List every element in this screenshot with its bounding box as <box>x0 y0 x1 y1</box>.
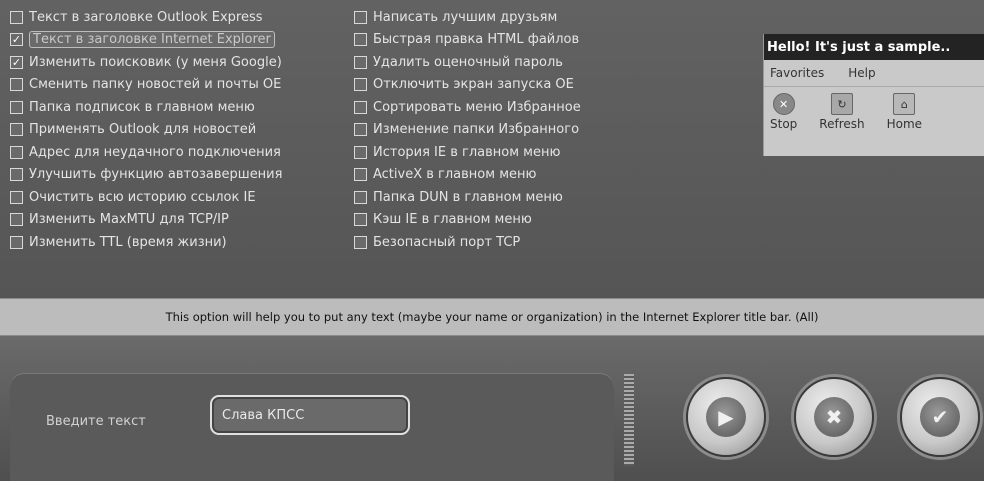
preview-home: ⌂ Home <box>887 93 922 131</box>
right-option[interactable]: Удалить оценочный пароль <box>354 51 581 74</box>
checkbox[interactable] <box>354 235 367 249</box>
checkbox[interactable] <box>354 33 367 47</box>
option-label: Изменить TTL (время жизни) <box>29 234 227 250</box>
option-label: ActiveX в главном меню <box>373 167 537 183</box>
preview-refresh: ↻ Refresh <box>819 93 865 131</box>
option-label: Изменение папки Избранного <box>373 122 580 138</box>
right-option[interactable]: Кэш IE в главном меню <box>354 209 581 232</box>
ok-button[interactable]: ✔ <box>900 377 980 457</box>
right-option[interactable]: Изменение папки Избранного <box>354 119 581 142</box>
checkbox[interactable] <box>10 168 23 182</box>
option-label: Изменить MaxMTU для TCP/IP <box>29 212 229 228</box>
stop-icon: ✕ <box>772 93 795 115</box>
preview-home-label: Home <box>886 117 923 131</box>
option-label: История IE в главном меню <box>373 144 561 160</box>
right-option[interactable]: Безопасный порт TCP <box>354 231 581 254</box>
checkbox[interactable] <box>354 78 367 92</box>
checkmark-icon: ✓ <box>11 33 22 47</box>
checkbox[interactable]: ✓ <box>10 33 23 47</box>
option-label: Безопасный порт TCP <box>373 234 521 250</box>
preview-refresh-label: Refresh <box>819 117 865 131</box>
checkbox[interactable] <box>354 145 367 159</box>
checkmark-icon: ✓ <box>11 55 22 69</box>
right-option[interactable]: Быстрая правка HTML файлов <box>354 29 581 52</box>
left-option[interactable]: ✓ Текст в заголовке Internet Explorer <box>10 29 282 52</box>
checkbox[interactable] <box>10 145 23 159</box>
option-label: Отключить экран запуска OE <box>373 77 574 93</box>
option-label: Быстрая правка HTML файлов <box>373 32 580 48</box>
ie-preview: Hello! It's just a sample.. Favorites He… <box>763 34 984 156</box>
preview-stop-label: Stop <box>770 117 798 131</box>
option-label: Написать лучшим друзьям <box>373 9 558 25</box>
left-option[interactable]: Изменить MaxMTU для TCP/IP <box>10 209 282 232</box>
options-column-right: Написать лучшим друзьям Быстрая правка HT… <box>354 6 581 254</box>
checkbox[interactable] <box>354 10 367 24</box>
text-input[interactable] <box>210 395 410 435</box>
preview-stop: ✕ Stop <box>770 93 797 131</box>
checkbox[interactable] <box>10 235 23 249</box>
cancel-icon: ✖ <box>814 397 854 437</box>
left-option[interactable]: Сменить папку новостей и почты OE <box>10 74 282 97</box>
option-label: Удалить оценочный пароль <box>373 54 563 70</box>
preview-menu: Favorites Help <box>764 60 984 87</box>
left-option[interactable]: Папка подписок в главном меню <box>10 96 282 119</box>
checkbox[interactable] <box>10 10 23 24</box>
home-icon: ⌂ <box>893 93 916 115</box>
preview-menu-help: Help <box>848 66 876 80</box>
checkbox[interactable] <box>354 190 367 204</box>
preview-toolbar: ✕ Stop ↻ Refresh ⌂ Home <box>764 87 984 131</box>
status-bar: This option will help you to put any tex… <box>0 298 984 336</box>
option-label: Папка DUN в главном меню <box>373 189 563 205</box>
left-option[interactable]: Текст в заголовке Outlook Express <box>10 6 282 29</box>
option-label: Изменить поисковик (у меня Google) <box>29 54 282 70</box>
option-label: Текст в заголовке Outlook Express <box>29 9 263 25</box>
grip-handle <box>624 374 634 466</box>
checkbox[interactable] <box>10 190 23 204</box>
checkbox[interactable]: ✓ <box>10 55 23 69</box>
left-option[interactable]: Изменить TTL (время жизни) <box>10 231 282 254</box>
option-label: Очистить всю историю ссылок IE <box>29 189 256 205</box>
option-label: Улучшить функцию автозавершения <box>29 167 283 183</box>
left-option[interactable]: Адрес для неудачного подключения <box>10 141 282 164</box>
option-label: Кэш IE в главном меню <box>373 212 532 228</box>
checkbox[interactable] <box>354 213 367 227</box>
bottom-panel: Введите текст ▶ ✖ ✔ <box>0 336 984 481</box>
checkbox[interactable] <box>10 213 23 227</box>
right-option[interactable]: История IE в главном меню <box>354 141 581 164</box>
checkbox[interactable] <box>10 100 23 114</box>
right-option[interactable]: Папка DUN в главном меню <box>354 186 581 209</box>
refresh-icon: ↻ <box>830 93 853 115</box>
preview-menu-favorites: Favorites <box>770 66 825 80</box>
checkbox[interactable] <box>354 168 367 182</box>
left-option[interactable]: Применять Outlook для новостей <box>10 119 282 142</box>
left-option[interactable]: Улучшить функцию автозавершения <box>10 164 282 187</box>
left-option[interactable]: Очистить всю историю ссылок IE <box>10 186 282 209</box>
option-label: Сменить папку новостей и почты OE <box>29 77 282 93</box>
options-column-left: Текст в заголовке Outlook Express ✓ Текст … <box>10 6 282 254</box>
checkmark-icon: ✔ <box>920 397 960 437</box>
apply-button[interactable]: ▶ <box>686 377 766 457</box>
checkbox[interactable] <box>10 123 23 137</box>
option-label: Папка подписок в главном меню <box>29 99 255 115</box>
input-label: Введите текст <box>46 414 146 429</box>
right-option[interactable]: Написать лучшим друзьям <box>354 6 581 29</box>
tweak-window: Текст в заголовке Outlook Express ✓ Текст … <box>0 0 984 481</box>
right-option[interactable]: ActiveX в главном меню <box>354 164 581 187</box>
right-option[interactable]: Отключить экран запуска OE <box>354 74 581 97</box>
option-label: Применять Outlook для новостей <box>29 122 257 138</box>
option-label: Адрес для неудачного подключения <box>29 144 281 160</box>
options-panel: Текст в заголовке Outlook Express ✓ Текст … <box>0 0 984 298</box>
play-icon: ▶ <box>706 397 746 437</box>
checkbox[interactable] <box>354 100 367 114</box>
checkbox[interactable] <box>354 123 367 137</box>
right-option[interactable]: Сортировать меню Избранное <box>354 96 581 119</box>
left-option[interactable]: ✓ Изменить поисковик (у меня Google) <box>10 51 282 74</box>
checkbox[interactable] <box>354 55 367 69</box>
option-label: Текст в заголовке Internet Explorer <box>29 31 275 49</box>
cancel-button[interactable]: ✖ <box>794 377 874 457</box>
checkbox[interactable] <box>10 78 23 92</box>
option-label: Сортировать меню Избранное <box>373 99 581 115</box>
preview-title: Hello! It's just a sample.. <box>764 34 984 60</box>
